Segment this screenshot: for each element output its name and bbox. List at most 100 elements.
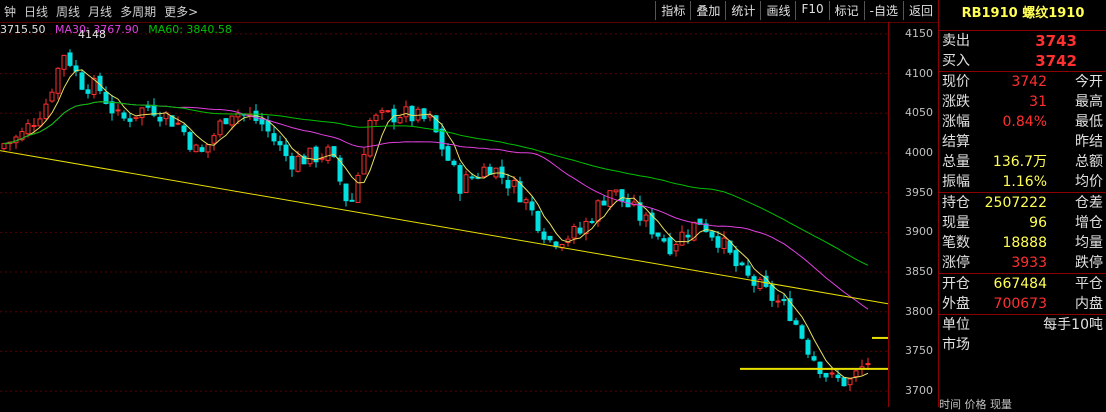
- candle-body: [835, 374, 841, 379]
- quote-row: 笔数 18888 均量: [939, 233, 1106, 253]
- quote-value: 96: [1029, 215, 1047, 231]
- candle-body: [571, 226, 577, 239]
- candle-body: [367, 120, 373, 157]
- price-tick-label: 4150: [905, 26, 933, 40]
- quote-block-1: 现价 3742 今开 涨跌 31 最高 涨幅 0.84% 最低 结算 昨结 总量 136.7万 总额 振幅 1…: [939, 72, 1106, 193]
- candle-body: [283, 144, 289, 157]
- candle-body: [739, 262, 745, 266]
- candle-body: [217, 120, 223, 136]
- candle-body: [325, 146, 331, 161]
- tab-more[interactable]: 更多>: [160, 3, 202, 20]
- quote-value: 136.7万: [992, 154, 1047, 170]
- candle-body: [307, 147, 313, 165]
- tool-buttons: 指标 叠加 统计 画线 F10 标记 -自选 返回: [655, 1, 938, 20]
- price-tick-label: 4000: [905, 145, 933, 159]
- price-tick-label: 3950: [905, 185, 933, 199]
- candle-body: [733, 250, 739, 267]
- market-row: 市场: [939, 335, 1106, 355]
- tab-monthly[interactable]: 月线: [84, 3, 116, 20]
- candle-body: [589, 220, 595, 223]
- quote-block-2: 持仓 2507222 仓差 现量 96 增仓 笔数 18888 均量 涨停 3933 跌停: [939, 193, 1106, 274]
- quote-label-right: 增仓: [1075, 215, 1103, 231]
- candle-body: [295, 155, 301, 172]
- candle-body: [721, 237, 727, 250]
- candle-body: [685, 234, 691, 238]
- tab-weekly[interactable]: 周线: [52, 3, 84, 20]
- candle-body: [457, 165, 463, 194]
- candle-body: [25, 123, 31, 135]
- candle-body: [157, 116, 163, 122]
- sell-label: 卖出: [942, 33, 970, 49]
- quote-row: 涨跌 31 最高: [939, 92, 1106, 112]
- candle-body: [547, 235, 553, 241]
- contract-title: RB1910 螺纹1910: [939, 0, 1106, 31]
- remove-watchlist-button[interactable]: -自选: [863, 1, 903, 20]
- buy-row: 买入 3742: [939, 51, 1106, 72]
- quote-label: 开仓: [942, 276, 970, 292]
- quote-row: 外盘 700673 内盘: [939, 294, 1106, 314]
- candle-body: [715, 236, 721, 248]
- candle-body: [205, 144, 211, 153]
- candle-body: [775, 300, 781, 303]
- candle-body: [613, 189, 619, 193]
- f10-button[interactable]: F10: [795, 1, 828, 20]
- candle-body: [373, 114, 379, 122]
- quote-label-right: 平仓: [1075, 276, 1103, 292]
- candle-body: [115, 109, 121, 112]
- candle-body: [85, 89, 91, 94]
- candle-body: [823, 372, 829, 378]
- quote-label-right: 最高: [1075, 94, 1103, 110]
- candle-body: [499, 166, 505, 178]
- quote-label: 笔数: [942, 235, 970, 251]
- candle-body: [595, 200, 601, 222]
- candle-body: [655, 232, 661, 237]
- tab-minute[interactable]: 钟: [0, 3, 20, 20]
- candle-body: [181, 125, 187, 133]
- candle-body: [673, 243, 679, 252]
- quote-label-right: 跌停: [1075, 255, 1103, 271]
- candle-body: [109, 101, 115, 114]
- candle-body: [793, 320, 799, 325]
- indicator-button[interactable]: 指标: [655, 1, 690, 20]
- draw-line-button[interactable]: 画线: [760, 1, 795, 20]
- candle-body: [145, 105, 151, 108]
- tab-daily[interactable]: 日线: [20, 3, 52, 20]
- quote-label-right: 总额: [1075, 154, 1103, 170]
- candle-body: [745, 265, 751, 276]
- candle-body: [361, 154, 367, 175]
- quote-value: 667484: [993, 276, 1047, 292]
- candle-body: [31, 124, 37, 128]
- tab-multi-period[interactable]: 多周期: [116, 3, 160, 20]
- candle-body: [487, 166, 493, 175]
- quote-row: 涨停 3933 跌停: [939, 253, 1106, 273]
- price-tick-label: 4100: [905, 66, 933, 80]
- candle-body: [37, 118, 43, 127]
- candle-body: [211, 135, 217, 144]
- mark-button[interactable]: 标记: [828, 1, 864, 20]
- quote-value: 1.16%: [1002, 174, 1047, 190]
- quote-value: 0.84%: [1002, 114, 1047, 130]
- quote-label: 振幅: [942, 174, 970, 190]
- candle-body: [469, 176, 475, 179]
- candle-body: [439, 128, 445, 150]
- overlay-button[interactable]: 叠加: [690, 1, 725, 20]
- toolbar: 钟 日线 周线 月线 多周期 更多> 指标 叠加 统计 画线 F10 标记 -自…: [0, 0, 938, 23]
- candle-body: [403, 106, 409, 118]
- candle-body: [619, 189, 625, 202]
- candle-body: [271, 133, 277, 142]
- candle-body: [529, 201, 535, 211]
- candle-body: [535, 211, 541, 232]
- candle-body: [799, 325, 805, 339]
- price-tick-label: 3750: [905, 344, 933, 358]
- stats-button[interactable]: 统计: [725, 1, 760, 20]
- candle-body: [43, 103, 49, 120]
- kline-chart[interactable]: 4148: [0, 22, 888, 407]
- contract-name: 螺纹1910: [1022, 6, 1085, 21]
- quote-row: 开仓 667484 平仓: [939, 274, 1106, 294]
- quote-block-3: 开仓 667484 平仓外盘 700673 内盘: [939, 274, 1106, 315]
- quote-row: 现价 3742 今开: [939, 72, 1106, 92]
- candle-body: [643, 214, 649, 222]
- candle-body: [811, 356, 817, 361]
- back-button[interactable]: 返回: [902, 1, 938, 20]
- quote-row: 振幅 1.16% 均价: [939, 172, 1106, 192]
